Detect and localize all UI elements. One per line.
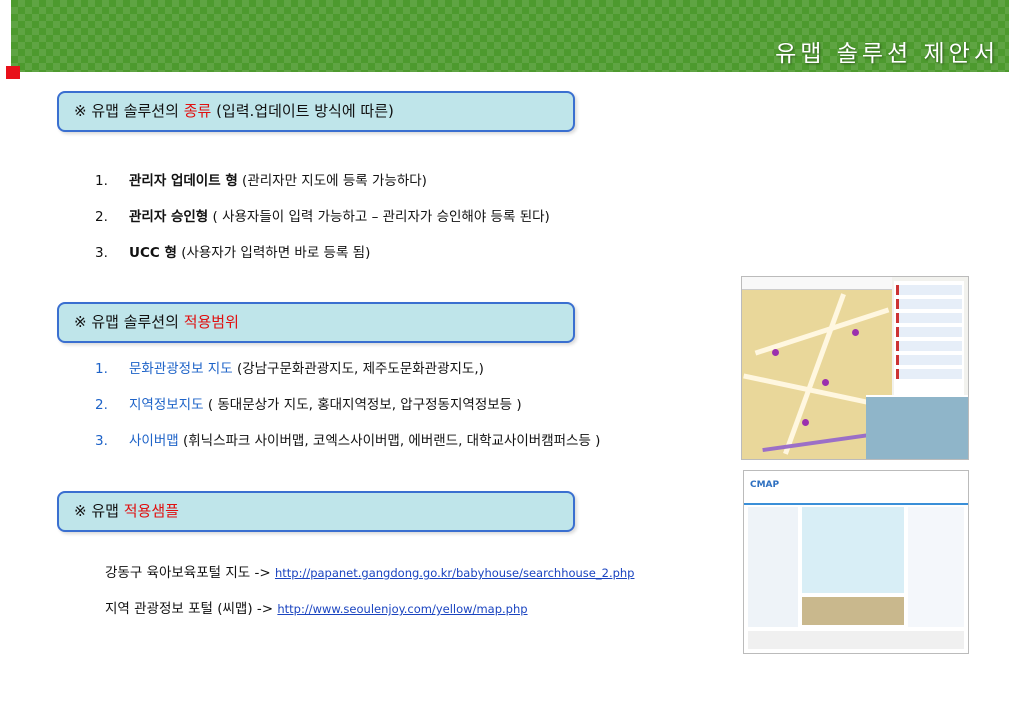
section-types-suffix: (입력.업데이트 방식에 따른) xyxy=(211,102,394,120)
type-description: (사용자가 입력하면 바로 등록 됨) xyxy=(176,245,371,261)
accent-square xyxy=(6,66,20,79)
portal-photo-strip xyxy=(802,597,904,625)
scope-name: 지역정보지도 xyxy=(129,397,204,413)
aerial-view-image xyxy=(866,395,968,459)
section-scope-prefix: ※ 유맵 솔루션의 xyxy=(74,313,184,331)
type-name: 관리자 승인형 xyxy=(129,209,209,225)
list-item: 2. 지역정보지도 ( 동대문상가 지도, 홍대지역정보, 압구정동지역정보등 ) xyxy=(95,395,600,431)
portal-right-panel xyxy=(908,507,964,627)
sample-label: 지역 관광정보 포털 (씨맵) -> xyxy=(105,601,278,617)
sample-row: 지역 관광정보 포털 (씨맵) -> http://www.seoulenjoy… xyxy=(105,597,528,617)
sample-link[interactable]: http://www.seoulenjoy.com/yellow/map.php xyxy=(277,602,527,616)
type-name: 관리자 업데이트 형 xyxy=(129,173,238,189)
sample-row: 강동구 육아보육포털 지도 -> http://papanet.gangdong… xyxy=(105,561,634,581)
types-list: 1. 관리자 업데이트 형 (관리자만 지도에 등록 가능하다) 2. 관리자 승인… xyxy=(95,171,550,279)
portal-screenshot-thumbnail: CMAP xyxy=(743,470,969,654)
header-banner: 유맵 솔루션 제안서 xyxy=(11,0,1009,72)
list-number: 2. xyxy=(95,397,108,413)
map-sidebar xyxy=(894,281,964,401)
type-description: ( 사용자들이 입력 가능하고 – 관리자가 승인해야 등록 된다) xyxy=(208,209,550,225)
portal-logo: CMAP xyxy=(750,480,780,490)
list-item: 3. 사이버맵 (휘닉스파크 사이버맵, 코엑스사이버맵, 에버랜드, 대학교사이… xyxy=(95,431,600,467)
map-toolbar xyxy=(742,277,892,290)
list-number: 3. xyxy=(95,245,108,261)
scope-description: (강남구문화관광지도, 제주도문화관광지도,) xyxy=(232,361,484,377)
list-item: 2. 관리자 승인형 ( 사용자들이 입력 가능하고 – 관리자가 승인해야 등록… xyxy=(95,207,550,243)
type-description: (관리자만 지도에 등록 가능하다) xyxy=(237,173,427,189)
sample-label: 강동구 육아보육포털 지도 -> xyxy=(105,565,275,581)
list-item: 1. 관리자 업데이트 형 (관리자만 지도에 등록 가능하다) xyxy=(95,171,550,207)
page-title: 유맵 솔루션 제안서 xyxy=(775,41,999,67)
portal-header: CMAP xyxy=(744,471,968,505)
list-item: 3. UCC 형 (사용자가 입력하면 바로 등록 됨) xyxy=(95,243,550,279)
list-number: 1. xyxy=(95,173,108,189)
portal-left-menu xyxy=(748,507,798,627)
scope-list: 1. 문화관광정보 지도 (강남구문화관광지도, 제주도문화관광지도,) 2. 지역… xyxy=(95,359,600,467)
portal-footer xyxy=(748,631,964,649)
list-item: 1. 문화관광정보 지도 (강남구문화관광지도, 제주도문화관광지도,) xyxy=(95,359,600,395)
scope-description: (휘닉스파크 사이버맵, 코엑스사이버맵, 에버랜드, 대학교사이버캠퍼스등 ) xyxy=(178,433,601,449)
section-types-highlight: 종류 xyxy=(183,102,212,120)
scope-description: ( 동대문상가 지도, 홍대지역정보, 압구정동지역정보등 ) xyxy=(203,397,522,413)
section-samples-heading: ※ 유맵 적용샘플 xyxy=(57,491,575,532)
list-number: 2. xyxy=(95,209,108,225)
section-samples-prefix: ※ 유맵 xyxy=(74,502,124,520)
scope-name: 문화관광정보 지도 xyxy=(129,361,233,377)
map-screenshot-thumbnail xyxy=(741,276,969,460)
portal-banner xyxy=(802,507,904,593)
list-number: 1. xyxy=(95,361,108,377)
scope-name: 사이버맵 xyxy=(129,433,179,449)
section-scope-heading: ※ 유맵 솔루션의 적용범위 xyxy=(57,302,575,343)
section-types-heading: ※ 유맵 솔루션의 종류 (입력.업데이트 방식에 따른) xyxy=(57,91,575,132)
type-name: UCC 형 xyxy=(129,245,177,261)
list-number: 3. xyxy=(95,433,108,449)
section-scope-highlight: 적용범위 xyxy=(183,313,239,331)
section-samples-highlight: 적용샘플 xyxy=(123,502,179,520)
sample-link[interactable]: http://papanet.gangdong.go.kr/babyhouse/… xyxy=(275,566,635,580)
section-types-prefix: ※ 유맵 솔루션의 xyxy=(74,102,184,120)
